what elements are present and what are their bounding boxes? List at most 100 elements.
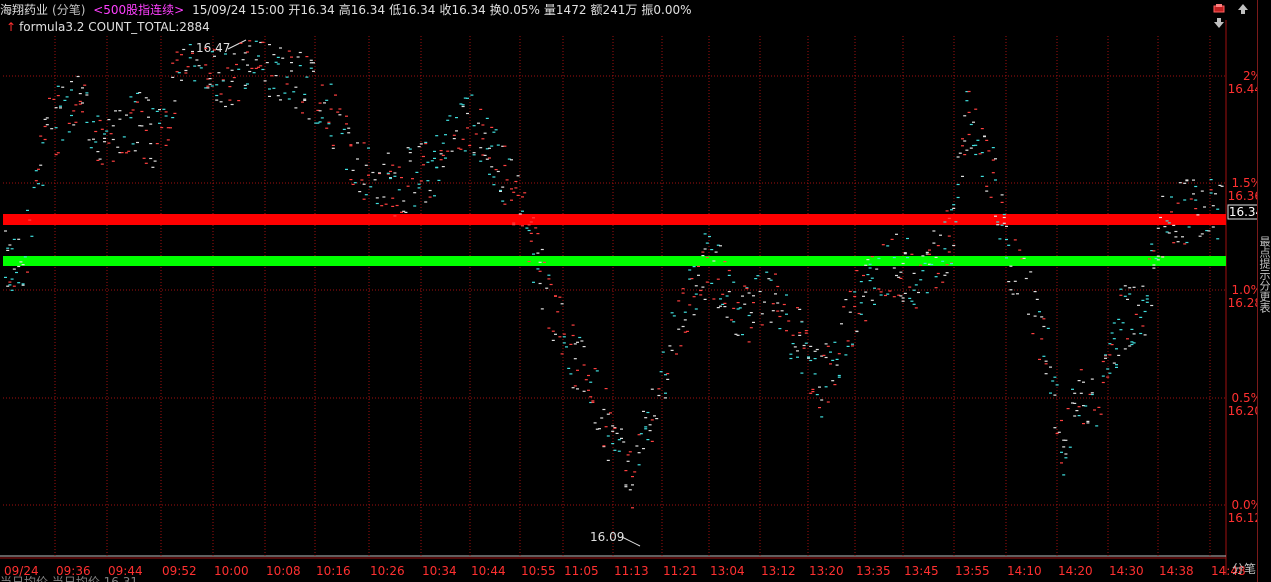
time-tick-label: 13:04 [710, 564, 745, 578]
tick-dot [699, 289, 703, 292]
tick-dot [1066, 408, 1070, 410]
tick-dot [439, 150, 443, 152]
tick-dot [628, 451, 632, 453]
tick-dot [1005, 225, 1008, 227]
tick-dot [967, 133, 971, 136]
tick-dot [912, 272, 916, 274]
tick-dot [428, 196, 432, 198]
tick-dot [452, 138, 456, 140]
tick-dot [241, 59, 245, 61]
tick-dot [1112, 338, 1116, 340]
tick-dot [204, 47, 208, 50]
tick-dot [1137, 304, 1140, 306]
tick-dot [472, 152, 476, 154]
tick-dot [1040, 316, 1044, 318]
tick-dot [386, 152, 390, 154]
tick-dot [1018, 249, 1022, 251]
tick-dot [70, 89, 73, 91]
tick-dot [186, 66, 190, 68]
tick-dot [714, 251, 718, 253]
tick-dot [274, 61, 278, 63]
tick-dot [505, 179, 509, 181]
tick-dot [373, 179, 377, 181]
tick-dot [371, 171, 375, 174]
tick-chart[interactable]: 09/24 09:36 09:44 09:52 10:00 10:08 10:16 10:26… [0, 0, 1257, 582]
tick-dot [140, 110, 144, 113]
tick-dot [1000, 224, 1004, 226]
tick-dot [6, 247, 10, 249]
tick-dot [683, 319, 687, 321]
tick-dot [98, 158, 102, 160]
tick-dot [697, 274, 700, 276]
tick-dot [54, 154, 58, 156]
tick-dot [127, 150, 131, 152]
tick-dot [1159, 216, 1162, 219]
tick-dot [455, 130, 458, 132]
tick-dot [1132, 286, 1136, 288]
tick-dot [899, 295, 903, 297]
tick-dot [877, 257, 881, 260]
tick-dot [1062, 474, 1066, 476]
tick-dot [89, 147, 93, 149]
tick-dot [1152, 264, 1156, 266]
tick-dot [899, 277, 903, 279]
tick-dot [490, 145, 494, 147]
tick-dot [778, 315, 782, 318]
tick-dot [719, 305, 722, 307]
tick-dot [1150, 304, 1154, 307]
tick-dot [837, 374, 841, 377]
tick-dot [631, 476, 634, 478]
tick-dot [980, 175, 984, 177]
tick-dot [650, 388, 654, 390]
tick-dot [1209, 192, 1213, 194]
tick-dot [664, 397, 667, 399]
tick-dot [76, 75, 80, 78]
tick-dot [620, 437, 623, 439]
tick-dot [479, 108, 483, 110]
tick-dot [1064, 457, 1068, 459]
tick-dot [1051, 380, 1055, 382]
tick-dot [1101, 360, 1105, 363]
tick-dot [793, 346, 797, 348]
tick-dot [985, 139, 989, 141]
tick-dot [188, 44, 192, 46]
tick-dot [160, 127, 164, 129]
tick-dot [171, 76, 175, 78]
tick-dot [479, 147, 483, 149]
tick-dot [307, 118, 311, 120]
tick-dot [228, 86, 232, 88]
tick-dot [1156, 227, 1160, 229]
tick-dot [705, 256, 709, 259]
tick-dot [208, 78, 212, 80]
tick-dot [824, 343, 828, 345]
tick-dot [1075, 410, 1079, 412]
tick-dot [391, 205, 395, 207]
tick-dot [177, 72, 181, 74]
tick-dot [78, 103, 82, 105]
tick-dot [360, 179, 364, 181]
tick-dot [279, 99, 282, 101]
tick-dot [727, 274, 731, 276]
tick-dot [1183, 182, 1187, 184]
tick-dot [512, 224, 516, 226]
tick-dot [584, 379, 588, 381]
tick-dot [670, 349, 674, 351]
tick-dot [48, 97, 51, 99]
tick-dot [545, 287, 549, 289]
tick-dot [329, 108, 333, 110]
tick-dot [1013, 280, 1017, 282]
tick-dot [1132, 333, 1136, 335]
tick-dot [886, 293, 890, 295]
tick-dot [1117, 354, 1121, 356]
tick-dot [94, 130, 98, 133]
tick-dot [853, 295, 857, 298]
tick-dot [985, 190, 989, 192]
tick-dot [1108, 354, 1112, 356]
tick-dot [1211, 226, 1215, 228]
tick-dot [435, 135, 439, 137]
tick-dot [263, 80, 267, 82]
right-side-panel[interactable]: 最点提示分更表 [1257, 0, 1271, 582]
tick-dot [646, 411, 650, 414]
tick-dot [710, 282, 714, 284]
tick-dot [760, 324, 764, 326]
